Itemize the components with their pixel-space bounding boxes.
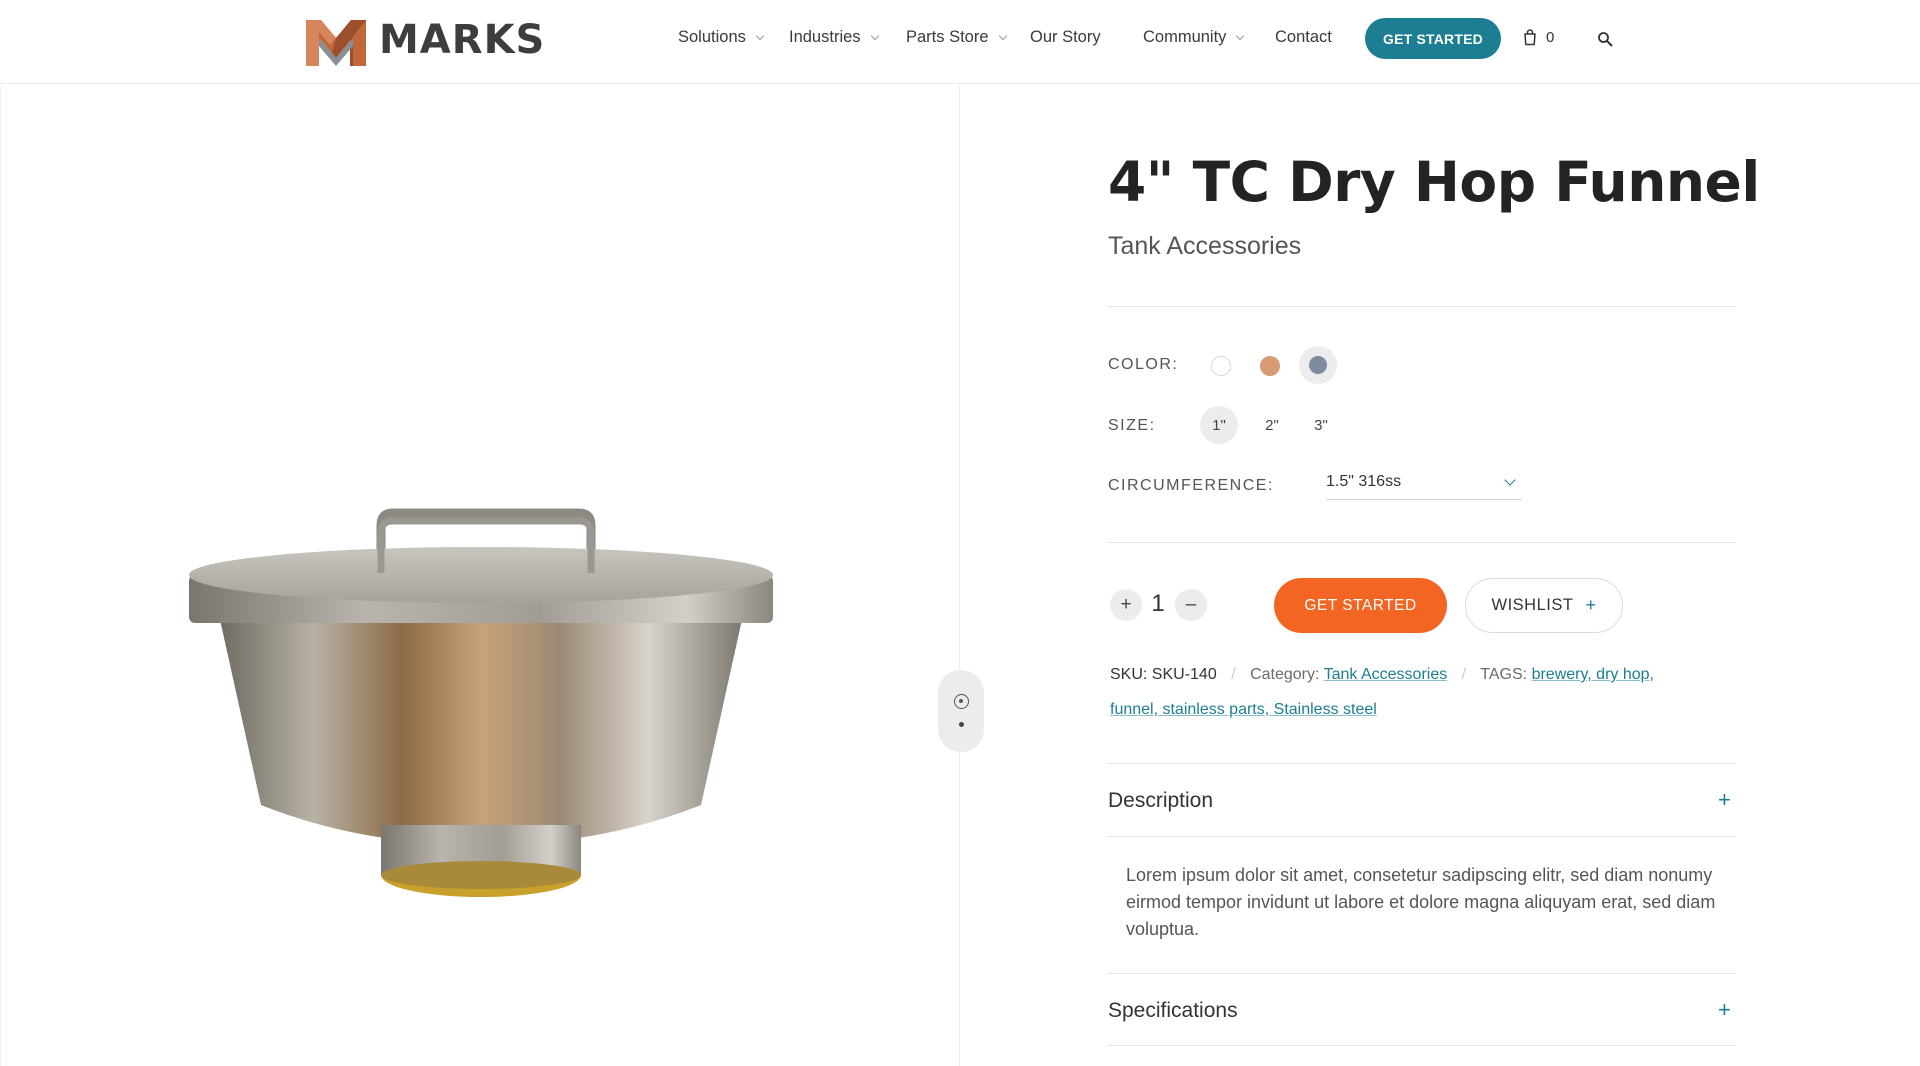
logo-icon: [306, 20, 366, 66]
nav-item-community[interactable]: Community: [1143, 28, 1245, 47]
description-body: Lorem ipsum dolor sit amet, consetetur s…: [1126, 865, 1716, 939]
chevron-down-icon: [1236, 31, 1245, 40]
quantity-increase-button[interactable]: +: [1110, 589, 1142, 621]
nav-item-solutions[interactable]: Solutions: [678, 28, 765, 47]
divider: [1108, 306, 1736, 307]
color-swatch-white[interactable]: [1211, 356, 1231, 376]
shopping-bag-icon: [1524, 29, 1536, 46]
chevron-down-icon: [998, 31, 1007, 40]
product-meta-line-1: SKU: SKU-140 / Category: Tank Accessorie…: [1110, 666, 1654, 684]
search-button[interactable]: [1597, 31, 1613, 52]
brand-name: MARKS: [379, 17, 546, 63]
divider: [1108, 836, 1736, 837]
nav-item-label: Parts Store: [906, 28, 989, 46]
cart-count: 0: [1546, 29, 1555, 46]
nav-item-industries[interactable]: Industries: [789, 28, 879, 47]
description-accordion-title[interactable]: Description: [1108, 789, 1213, 813]
nav-item-our-story[interactable]: Our Story: [1030, 28, 1101, 47]
wishlist-button[interactable]: WISHLIST +: [1465, 578, 1623, 633]
sku-value: SKU-140: [1151, 666, 1217, 683]
size-label: SIZE:: [1108, 417, 1156, 434]
divider: [1108, 973, 1736, 974]
color-label: COLOR:: [1108, 356, 1179, 373]
nav-item-label: Contact: [1275, 28, 1332, 46]
brand-logo[interactable]: MARKS: [306, 14, 545, 66]
quantity-value[interactable]: 1: [1150, 590, 1166, 618]
size-option-1[interactable]: 1": [1200, 406, 1238, 444]
search-icon: [1598, 32, 1613, 47]
tags-label: TAGS:: [1480, 666, 1528, 683]
wishlist-label: WISHLIST: [1491, 596, 1574, 614]
nav-item-label: Solutions: [678, 28, 746, 46]
site-header: MARKS Solutions Industries Parts Store O…: [0, 0, 1920, 84]
product-meta-line-2: funnel, stainless parts, Stainless steel: [1110, 701, 1377, 719]
get-started-button[interactable]: GET STARTED: [1274, 578, 1447, 633]
nav-item-contact[interactable]: Contact: [1275, 28, 1332, 47]
chevron-down-icon: [870, 31, 879, 40]
size-option-3[interactable]: 3": [1302, 406, 1340, 444]
category-link[interactable]: Tank Accessories: [1324, 666, 1448, 683]
nav-item-label: Industries: [789, 28, 861, 46]
tags-links-continued[interactable]: funnel, stainless parts, Stainless steel: [1110, 701, 1377, 718]
product-category-subtitle: Tank Accessories: [1108, 232, 1302, 260]
circumference-label: CIRCUMFERENCE:: [1108, 477, 1274, 494]
sku-label: SKU:: [1110, 666, 1148, 683]
header-get-started-button[interactable]: GET STARTED: [1365, 18, 1501, 59]
chevron-down-icon: [1504, 474, 1516, 486]
meta-separator: /: [1231, 666, 1236, 683]
category-label: Category:: [1250, 666, 1320, 683]
circumference-select[interactable]: 1.5" 316ss: [1326, 470, 1522, 500]
dot-icon: [959, 722, 964, 727]
product-title: 4" TC Dry Hop Funnel: [1108, 150, 1760, 214]
divider: [1108, 1045, 1736, 1046]
size-option-2[interactable]: 2": [1253, 406, 1291, 444]
color-swatch-copper[interactable]: [1260, 356, 1280, 376]
nav-item-label: Our Story: [1030, 28, 1101, 46]
color-swatch-steel[interactable]: [1309, 356, 1327, 374]
view-icon: [954, 694, 969, 709]
gallery-view-toggle[interactable]: [938, 670, 984, 752]
meta-separator: /: [1461, 666, 1467, 683]
plus-icon[interactable]: +: [1718, 997, 1731, 1023]
nav-item-parts-store[interactable]: Parts Store: [906, 28, 1007, 47]
specifications-accordion-title[interactable]: Specifications: [1108, 999, 1238, 1023]
divider: [1108, 763, 1736, 764]
plus-icon[interactable]: +: [1718, 787, 1731, 813]
cart-button[interactable]: 0: [1523, 29, 1554, 46]
product-image: [189, 508, 773, 897]
circumference-value: 1.5" 316ss: [1326, 473, 1402, 490]
product-gallery: [0, 85, 984, 1066]
tags-links[interactable]: brewery, dry hop,: [1532, 666, 1654, 683]
quantity-decrease-button[interactable]: –: [1175, 589, 1207, 621]
divider: [1108, 542, 1736, 543]
nav-item-label: Community: [1143, 28, 1227, 46]
chevron-down-icon: [755, 31, 765, 40]
plus-icon: +: [1585, 595, 1597, 615]
